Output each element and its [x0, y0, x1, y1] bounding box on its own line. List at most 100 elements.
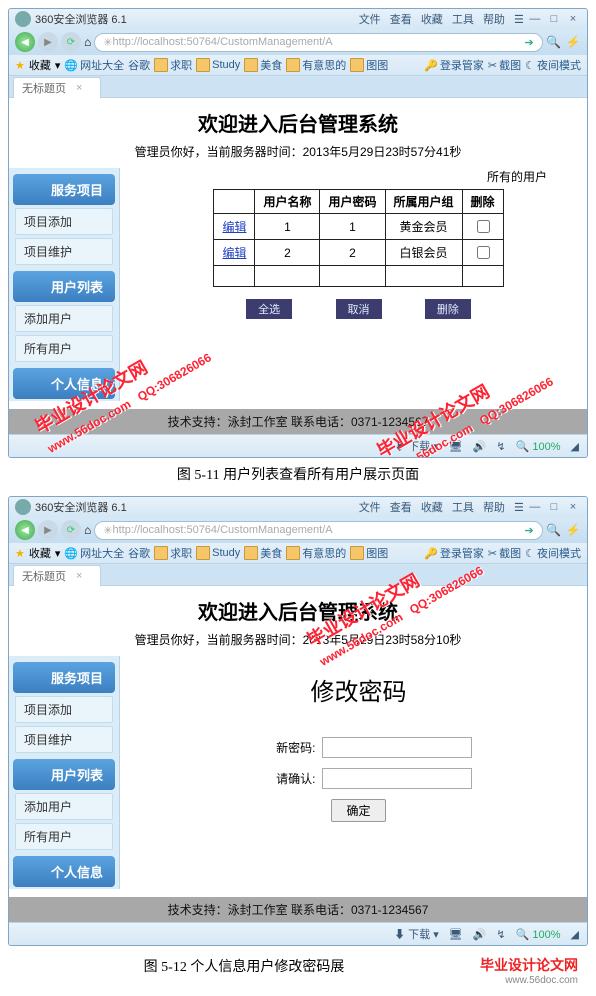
- sidebar-group-users[interactable]: 用户列表: [13, 759, 115, 790]
- tab-untitled[interactable]: 无标题页 ×: [13, 565, 101, 586]
- fav-star-icon[interactable]: ★: [15, 547, 25, 560]
- download-label[interactable]: ⬇ 下载 ▾: [394, 438, 439, 454]
- go-arrow-icon[interactable]: ➔: [524, 524, 533, 537]
- menu-tool[interactable]: 工具: [452, 14, 474, 26]
- window-maximize-icon[interactable]: □: [546, 13, 562, 25]
- menu-fav[interactable]: 收藏: [421, 502, 443, 514]
- bookmark-sites[interactable]: 🌐网址大全: [64, 57, 124, 73]
- nav-back-icon[interactable]: ◀: [15, 32, 35, 52]
- nav-back-icon[interactable]: ◀: [15, 520, 35, 540]
- go-arrow-icon[interactable]: ➔: [524, 36, 533, 49]
- bookmark-google[interactable]: 谷歌: [128, 545, 150, 561]
- status-icon[interactable]: ↯: [496, 928, 505, 941]
- row-new-password: 新密码:: [140, 737, 577, 758]
- fav-star-icon[interactable]: ★: [15, 59, 25, 72]
- edit-link[interactable]: 编辑: [222, 246, 246, 260]
- resize-grip-icon[interactable]: ◢: [571, 440, 579, 453]
- confirm-password-input[interactable]: [322, 768, 472, 789]
- lightning-icon[interactable]: ⚡: [565, 523, 581, 537]
- menu-tool[interactable]: 工具: [452, 502, 474, 514]
- sidebar-item-all-users[interactable]: 所有用户: [15, 335, 113, 362]
- status-icon[interactable]: 🖥: [449, 440, 463, 453]
- sidebar-item-add-project[interactable]: 项目添加: [15, 208, 113, 235]
- new-password-input[interactable]: [322, 737, 472, 758]
- menu-file[interactable]: 文件: [359, 14, 381, 26]
- nav-forward-icon[interactable]: ▶: [38, 32, 58, 52]
- sidebar-item-all-users[interactable]: 所有用户: [15, 823, 113, 850]
- sidebar-item-maintain-project[interactable]: 项目维护: [15, 238, 113, 265]
- window-close-icon[interactable]: ×: [565, 501, 581, 513]
- bookmark-fun[interactable]: 有意思的: [286, 545, 346, 561]
- nav-forward-icon[interactable]: ▶: [38, 520, 58, 540]
- bookmark-sites[interactable]: 🌐网址大全: [64, 545, 124, 561]
- row-delete-checkbox[interactable]: [477, 220, 490, 233]
- bookmark-food[interactable]: 美食: [244, 545, 282, 561]
- bookmark-pics[interactable]: 图图: [350, 545, 388, 561]
- ext-screenshot[interactable]: ✂截图: [488, 57, 521, 73]
- cancel-button[interactable]: 取消: [336, 299, 382, 319]
- app-menus[interactable]: 文件 查看 收藏 工具 帮助 ☰: [356, 499, 527, 515]
- window-close-icon[interactable]: ×: [565, 13, 581, 25]
- status-icon[interactable]: 🔊: [473, 440, 487, 453]
- menu-view[interactable]: 查看: [390, 14, 412, 26]
- select-all-button[interactable]: 全选: [246, 299, 292, 319]
- nav-home-icon[interactable]: ⌂: [84, 35, 91, 49]
- bookmark-food[interactable]: 美食: [244, 57, 282, 73]
- lightning-icon[interactable]: ⚡: [565, 35, 581, 49]
- menu-view[interactable]: 查看: [390, 502, 412, 514]
- sidebar-group-profile[interactable]: 个人信息: [13, 856, 115, 887]
- edit-link[interactable]: 编辑: [222, 220, 246, 234]
- ext-night[interactable]: ☾夜间模式: [525, 545, 581, 561]
- submit-button[interactable]: 确定: [331, 799, 385, 822]
- url-input[interactable]: ✳ http://localhost:50764/CustomManagemen…: [94, 521, 542, 540]
- bookmark-pics[interactable]: 图图: [350, 57, 388, 73]
- status-icon[interactable]: ↯: [496, 440, 505, 453]
- status-icon[interactable]: 🔊: [473, 928, 487, 941]
- app-menus[interactable]: 文件 查看 收藏 工具 帮助 ☰: [356, 11, 527, 27]
- window-minimize-icon[interactable]: —: [527, 13, 543, 25]
- zoom-level[interactable]: 🔍 100%: [516, 928, 561, 941]
- nav-refresh-icon[interactable]: ⟳: [61, 520, 81, 540]
- sidebar-item-add-project[interactable]: 项目添加: [15, 696, 113, 723]
- search-icon[interactable]: 🔍: [546, 523, 562, 537]
- menu-caret-icon[interactable]: ☰: [514, 502, 524, 514]
- ext-screenshot[interactable]: ✂截图: [488, 545, 521, 561]
- sidebar-group-profile[interactable]: 个人信息: [13, 368, 115, 399]
- nav-home-icon[interactable]: ⌂: [84, 523, 91, 537]
- sidebar-item-add-user[interactable]: 添加用户: [15, 305, 113, 332]
- window-maximize-icon[interactable]: □: [546, 501, 562, 513]
- sidebar-group-services[interactable]: 服务项目: [13, 662, 115, 693]
- menu-fav[interactable]: 收藏: [421, 14, 443, 26]
- menu-caret-icon[interactable]: ☰: [514, 14, 524, 26]
- menu-help[interactable]: 帮助: [483, 502, 505, 514]
- sidebar-item-maintain-project[interactable]: 项目维护: [15, 726, 113, 753]
- sidebar-item-add-user[interactable]: 添加用户: [15, 793, 113, 820]
- col-delete: 删除: [462, 190, 503, 214]
- sidebar-group-services[interactable]: 服务项目: [13, 174, 115, 205]
- search-icon[interactable]: 🔍: [546, 35, 562, 49]
- resize-grip-icon[interactable]: ◢: [571, 928, 579, 941]
- row-delete-checkbox[interactable]: [477, 246, 490, 259]
- nav-refresh-icon[interactable]: ⟳: [61, 32, 81, 52]
- download-label[interactable]: ⬇ 下载 ▾: [394, 926, 439, 942]
- bookmark-fun[interactable]: 有意思的: [286, 57, 346, 73]
- zoom-level[interactable]: 🔍 100%: [516, 440, 561, 453]
- bookmark-study[interactable]: Study: [196, 58, 240, 72]
- bookmark-job[interactable]: 求职: [154, 57, 192, 73]
- status-icon[interactable]: 🖥: [449, 928, 463, 941]
- tab-close-icon[interactable]: ×: [76, 82, 82, 94]
- window-minimize-icon[interactable]: —: [527, 501, 543, 513]
- sidebar-group-users[interactable]: 用户列表: [13, 271, 115, 302]
- ext-login[interactable]: 🔑登录管家: [424, 545, 484, 561]
- tab-untitled[interactable]: 无标题页 ×: [13, 77, 101, 98]
- menu-file[interactable]: 文件: [359, 502, 381, 514]
- ext-login[interactable]: 🔑登录管家: [424, 57, 484, 73]
- bookmark-job[interactable]: 求职: [154, 545, 192, 561]
- tab-close-icon[interactable]: ×: [76, 570, 82, 582]
- delete-button[interactable]: 删除: [425, 299, 471, 319]
- menu-help[interactable]: 帮助: [483, 14, 505, 26]
- ext-night[interactable]: ☾夜间模式: [525, 57, 581, 73]
- bookmark-study[interactable]: Study: [196, 546, 240, 560]
- url-input[interactable]: ✳ http://localhost:50764/CustomManagemen…: [94, 33, 542, 52]
- bookmark-google[interactable]: 谷歌: [128, 57, 150, 73]
